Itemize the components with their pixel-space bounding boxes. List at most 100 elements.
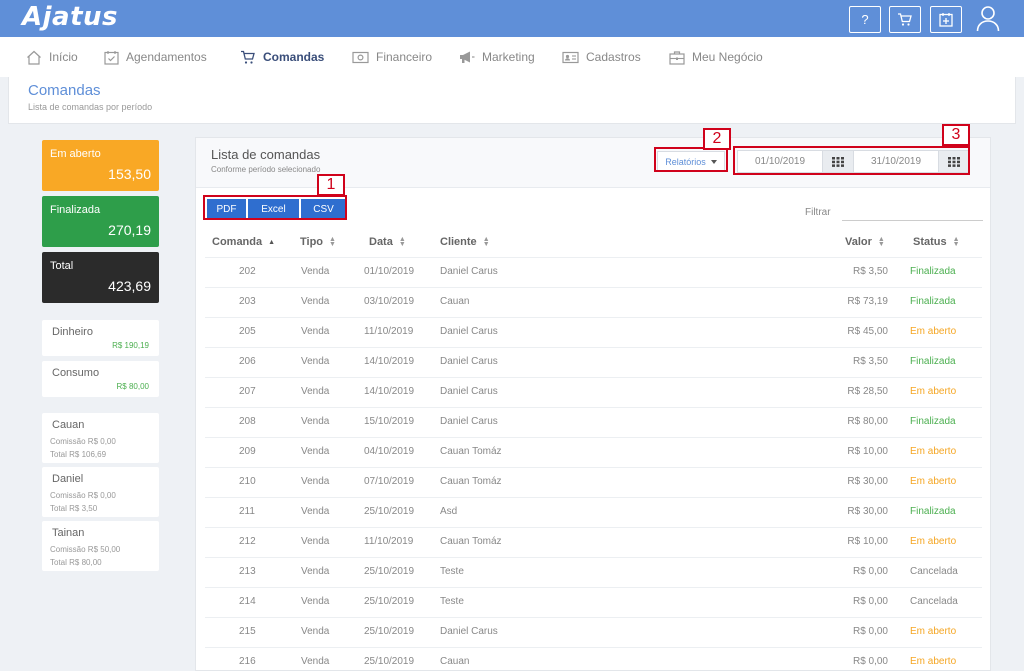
column-header-valor[interactable]: Valor ▲ ▼ <box>845 236 885 248</box>
staff-card-cauan: Cauan Comissão R$ 0,00 Total R$ 106,69 <box>42 413 159 463</box>
cell-tipo: Venda <box>301 266 330 277</box>
table-row[interactable]: 215 Venda 25/10/2019 Daniel Carus R$ 0,00 Em … <box>205 617 982 647</box>
nav-item-marketing[interactable]: Marketing <box>458 37 535 77</box>
date-from-input[interactable]: 01/10/2019 <box>737 150 823 173</box>
nav-item-financeiro[interactable]: Financeiro <box>352 37 432 77</box>
export-pdf-button[interactable]: PDF <box>207 199 246 219</box>
summary-card-em-aberto: Em aberto 153,50 <box>42 140 159 191</box>
column-header-data[interactable]: Data ▲ ▼ <box>369 236 406 248</box>
sort-icon: ▲ ▼ <box>482 236 490 248</box>
payment-card-consumo: Consumo R$ 80,00 <box>42 361 159 397</box>
date-to-input[interactable]: 31/10/2019 <box>853 150 939 173</box>
table-row[interactable]: 207 Venda 14/10/2019 Daniel Carus R$ 28,50 Em… <box>205 377 982 407</box>
nav-item-agendamentos[interactable]: Agendamentos <box>104 37 207 77</box>
cell-status: Em aberto <box>910 476 957 487</box>
column-header-cliente[interactable]: Cliente ▲ ▼ <box>440 236 490 248</box>
cell-data: 03/10/2019 <box>364 296 415 307</box>
cell-valor: R$ 0,00 <box>852 656 888 667</box>
cell-cliente: Cauan Tomáz <box>440 446 502 457</box>
nav-item-cadastros[interactable]: Cadastros <box>562 37 641 77</box>
cell-valor: R$ 30,00 <box>847 476 888 487</box>
cell-cliente: Teste <box>440 596 464 607</box>
calendar-grid-icon <box>832 156 844 167</box>
cell-data: 25/10/2019 <box>364 596 415 607</box>
table-row[interactable]: 205 Venda 11/10/2019 Daniel Carus R$ 45,00 Em… <box>205 317 982 347</box>
nav-item-meu-negocio[interactable]: Meu Negócio <box>669 37 763 77</box>
nav-item-label: Cadastros <box>586 50 641 64</box>
summary-label: Total <box>50 260 74 272</box>
filter-label: Filtrar <box>805 207 831 218</box>
reports-dropdown-button[interactable]: Relatórios <box>657 151 725 172</box>
cell-data: 25/10/2019 <box>364 656 415 667</box>
cell-data: 25/10/2019 <box>364 506 415 517</box>
cell-comanda: 211 <box>239 506 255 517</box>
export-excel-button[interactable]: Excel <box>248 199 299 219</box>
cell-data: 04/10/2019 <box>364 446 415 457</box>
home-icon <box>27 50 41 65</box>
nav-item-inicio[interactable]: Início <box>26 37 78 77</box>
table-row[interactable]: 211 Venda 25/10/2019 Asd R$ 30,00 Finalizada <box>205 497 982 527</box>
column-header-comanda[interactable]: Comanda ▲ <box>212 236 275 248</box>
table-row[interactable]: 216 Venda 25/10/2019 Cauan R$ 0,00 Em aberto <box>205 647 982 671</box>
date-from-calendar-button[interactable] <box>822 150 854 173</box>
sort-icon: ▲ ▼ <box>329 236 336 248</box>
user-menu-button[interactable] <box>976 5 1000 33</box>
cell-status: Finalizada <box>910 506 956 517</box>
megaphone-icon <box>460 51 475 63</box>
help-button[interactable]: ? <box>849 6 881 33</box>
table-row[interactable]: 212 Venda 11/10/2019 Cauan Tomáz R$ 10,00 Em … <box>205 527 982 557</box>
cart-button[interactable] <box>889 6 921 33</box>
table-row[interactable]: 214 Venda 25/10/2019 Teste R$ 0,00 Cancelada <box>205 587 982 617</box>
staff-total: Total R$ 3,50 <box>50 504 98 513</box>
cell-cliente: Cauan Tomáz <box>440 536 502 547</box>
staff-name: Cauan <box>52 419 85 431</box>
column-header-status[interactable]: Status ▲ ▼ <box>913 236 960 248</box>
payment-label: Consumo <box>52 367 100 379</box>
date-to-calendar-button[interactable] <box>938 150 970 173</box>
cell-data: 25/10/2019 <box>364 626 415 637</box>
table-row[interactable]: 202 Venda 01/10/2019 Daniel Carus R$ 3,50 Fin… <box>205 257 982 287</box>
table-row[interactable]: 210 Venda 07/10/2019 Cauan Tomáz R$ 30,00 Em … <box>205 467 982 497</box>
export-csv-button[interactable]: CSV <box>301 199 346 219</box>
reports-label: Relatórios <box>665 156 706 167</box>
column-header-tipo[interactable]: Tipo ▲ ▼ <box>300 236 336 248</box>
sort-icon: ▲ ▼ <box>398 236 406 248</box>
nav-item-label: Meu Negócio <box>692 50 763 64</box>
table-row[interactable]: 208 Venda 15/10/2019 Daniel Carus R$ 80,00 Fi… <box>205 407 982 437</box>
table-row[interactable]: 206 Venda 14/10/2019 Daniel Carus R$ 3,50 Fin… <box>205 347 982 377</box>
table-row[interactable]: 203 Venda 03/10/2019 Cauan R$ 73,19 Finalizad… <box>205 287 982 317</box>
column-header-label: Cliente <box>440 236 477 248</box>
column-header-label: Valor <box>845 236 872 248</box>
staff-comissao: Comissão R$ 50,00 <box>50 545 121 554</box>
nav-item-comandas[interactable]: Comandas <box>240 37 324 77</box>
cell-data: 01/10/2019 <box>364 266 415 277</box>
cell-valor: R$ 28,50 <box>847 386 888 397</box>
cell-valor: R$ 0,00 <box>852 566 888 577</box>
cell-valor: R$ 10,00 <box>847 536 888 547</box>
column-header-label: Data <box>369 236 393 248</box>
cell-cliente: Cauan <box>440 296 470 307</box>
cell-cliente: Cauan Tomáz <box>440 476 502 487</box>
cell-tipo: Venda <box>301 596 330 607</box>
summary-card-total: Total 423,69 <box>42 252 159 303</box>
cart-icon <box>241 50 255 64</box>
cell-cliente: Daniel Carus <box>440 386 498 397</box>
new-appointment-button[interactable] <box>930 6 962 33</box>
orders-panel: Lista de comandas Conforme período selec… <box>195 137 991 671</box>
app-logo[interactable]: Ajatus <box>22 2 118 32</box>
cart-icon <box>898 12 912 26</box>
cell-data: 11/10/2019 <box>364 326 414 337</box>
table-row[interactable]: 209 Venda 04/10/2019 Cauan Tomáz R$ 10,00 Em … <box>205 437 982 467</box>
table-row[interactable]: 213 Venda 25/10/2019 Teste R$ 0,00 Cancelada <box>205 557 982 587</box>
cell-comanda: 215 <box>239 626 256 637</box>
column-header-label: Status <box>913 236 947 248</box>
filter-input[interactable] <box>842 205 983 221</box>
cell-data: 11/10/2019 <box>364 536 414 547</box>
cell-data: 25/10/2019 <box>364 566 415 577</box>
cell-valor: R$ 0,00 <box>852 596 888 607</box>
cell-valor: R$ 80,00 <box>847 416 888 427</box>
help-icon: ? <box>861 12 869 27</box>
payment-value: R$ 80,00 <box>116 382 149 391</box>
cell-cliente: Daniel Carus <box>440 416 498 427</box>
summary-value: 423,69 <box>108 278 151 294</box>
